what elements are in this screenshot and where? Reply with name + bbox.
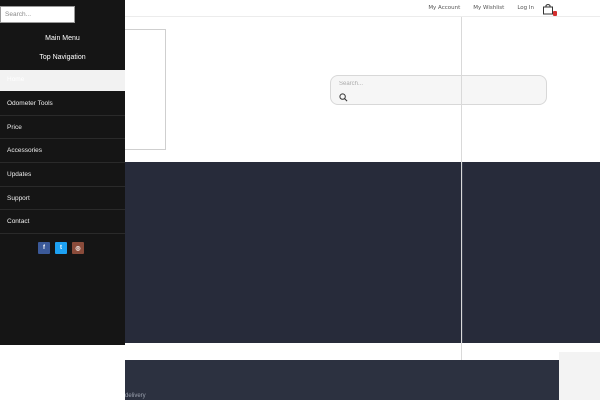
main-menu-tab[interactable]: Main Menu <box>0 35 125 42</box>
instagram-icon[interactable]: ◎ <box>72 242 84 254</box>
menu-item-price[interactable]: Price <box>0 116 125 140</box>
menu-item-label: Accessories <box>7 147 43 155</box>
my-wishlist-link[interactable]: My Wishlist <box>473 5 504 11</box>
menu-item-contact[interactable]: Contact <box>0 210 125 235</box>
magnifier-icon[interactable] <box>339 93 348 102</box>
feature-text: delivery <box>125 393 146 399</box>
social-links: f t ◎ <box>38 242 84 254</box>
drawer-search-input[interactable] <box>0 6 75 23</box>
menu-item-home[interactable]: Home <box>0 70 125 91</box>
menu-item-label: Home <box>7 76 25 83</box>
feature-band <box>125 360 559 400</box>
account-links: My Account My Wishlist Log In <box>415 5 534 11</box>
my-account-link[interactable]: My Account <box>428 5 460 11</box>
menu-item-label: Price <box>7 123 22 131</box>
menu-item-label: Support <box>7 194 30 202</box>
side-panel <box>559 352 600 400</box>
menu-item-support[interactable]: Support <box>0 187 125 211</box>
hero-banner <box>125 162 600 343</box>
menu-list: Odometer Tools Price Accessories Updates… <box>0 92 125 235</box>
menu-item-label: Odometer Tools <box>7 100 53 107</box>
log-in-link[interactable]: Log In <box>517 5 534 11</box>
menu-item-accessories[interactable]: Accessories <box>0 139 125 164</box>
cart-count-badge <box>553 11 557 16</box>
twitter-icon[interactable]: t <box>55 242 67 254</box>
search-input[interactable] <box>339 79 519 89</box>
menu-item-updates[interactable]: Updates <box>0 163 125 187</box>
search-bar <box>330 75 547 105</box>
menu-item-odometer-tools[interactable]: Odometer Tools <box>0 92 125 116</box>
menu-item-label: Updates <box>7 171 32 179</box>
menu-item-label: Contact <box>7 218 30 226</box>
mobile-menu-drawer: Main Menu Top Navigation Home Odometer T… <box>0 0 125 345</box>
column-guide-line <box>461 17 462 400</box>
top-navigation-tab[interactable]: Top Navigation <box>0 54 125 61</box>
facebook-icon[interactable]: f <box>38 242 50 254</box>
logo-frame <box>125 29 166 150</box>
